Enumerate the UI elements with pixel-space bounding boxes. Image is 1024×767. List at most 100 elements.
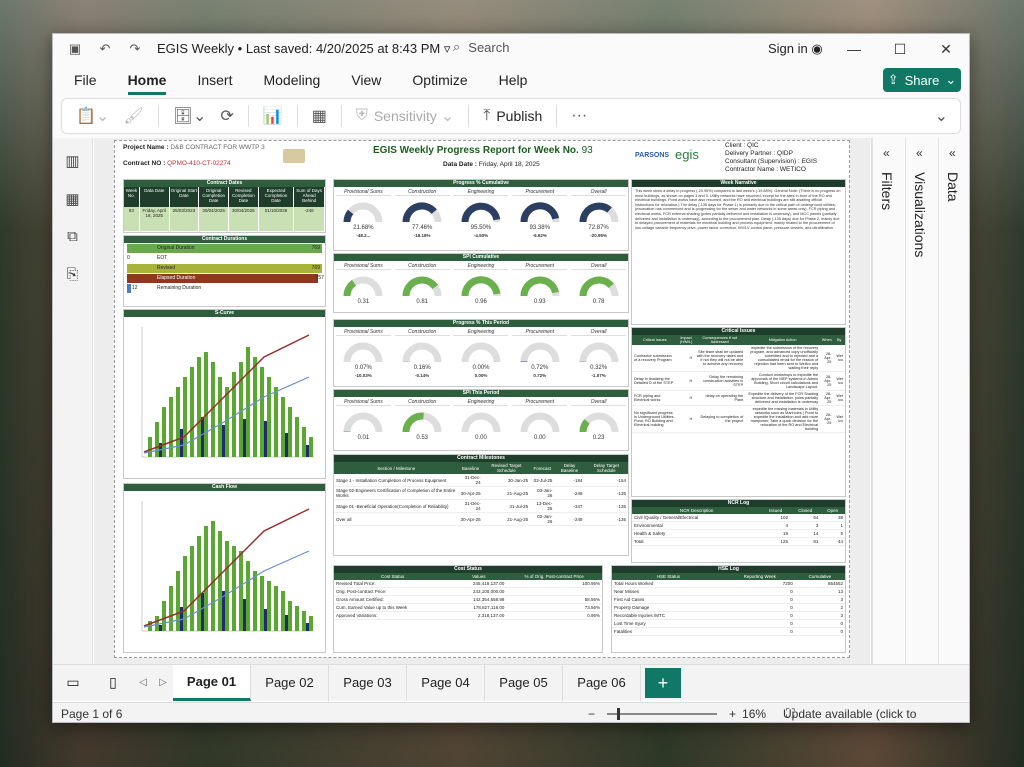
chart-bar	[285, 433, 288, 457]
table-cell: 28-Apr-25	[820, 345, 834, 372]
report-page[interactable]: Project Name : D&B CONTRACT FOR WWTP 3 C…	[114, 140, 850, 658]
page-indicator: Page 1 of 6	[61, 707, 123, 721]
redo-icon[interactable]: ↷	[127, 41, 143, 57]
tab-page-02[interactable]: Page 02	[251, 664, 329, 701]
table-cell: -248	[554, 512, 585, 526]
tab-page-05[interactable]: Page 05	[485, 664, 563, 701]
table-row: Orig. Post-contract Price: 243,100,000.00	[334, 587, 602, 596]
table-view-icon[interactable]: ▦	[53, 190, 92, 214]
collapse-ribbon-icon[interactable]: ⌄	[935, 106, 948, 126]
sensitivity-button[interactable]: Sensitivity	[374, 108, 437, 124]
menu-view[interactable]: View	[351, 72, 381, 88]
table-cell: 3	[794, 611, 845, 620]
update-link[interactable]: Update available (click to download)	[783, 707, 969, 722]
menu-help[interactable]: Help	[499, 72, 528, 88]
chevron-down-icon: ⌄	[440, 108, 455, 125]
prev-page-icon[interactable]: ◁	[133, 677, 153, 688]
table-cell: H	[677, 345, 695, 372]
menu-file[interactable]: File	[74, 72, 97, 88]
new-visual-icon[interactable]: 📊	[263, 106, 283, 126]
gauge-2: Engineering 0.96	[453, 263, 509, 305]
table-cell: -184	[554, 474, 585, 487]
table-row: Stage 01 -Beneficial Operation(Completio…	[334, 499, 628, 513]
chart-bar	[148, 437, 152, 457]
publish-button[interactable]: Publish	[496, 108, 542, 124]
table-row: Environmental 4 3 1	[632, 521, 845, 530]
refresh-icon[interactable]: ⟳	[220, 106, 233, 126]
tab-page-06[interactable]: Page 06	[563, 664, 641, 701]
table-cell: 125	[761, 537, 791, 546]
gauge-3: Procurement 0.00	[512, 399, 568, 441]
table-header: Consequences if not Addressed	[694, 335, 746, 345]
paste-icon[interactable]: 📋⌄	[76, 106, 109, 126]
search-box[interactable]: ⌕ Search	[453, 39, 509, 55]
cost-status-panel: Cost Status Cost Status Values% of Orig. …	[333, 565, 603, 653]
gauge-arc	[402, 276, 442, 297]
table-row: Delay in finalizing the Detailed D of th…	[632, 371, 845, 391]
gauge-0: Provisional Sums 0.01	[335, 399, 391, 441]
share-button[interactable]: ⇪ Share ⌄	[883, 68, 961, 92]
chart-bar	[218, 377, 222, 457]
zoom-in-button[interactable]: +	[729, 707, 736, 721]
tab-page-01[interactable]: Page 01	[173, 664, 251, 701]
more-options-icon[interactable]: ···	[571, 107, 587, 125]
table-cell: 0	[794, 619, 845, 628]
table-cell: 73.56%	[506, 603, 602, 612]
contract-date-cell: 30/04/2025	[199, 207, 229, 231]
model-view-icon[interactable]: ⧉	[53, 228, 92, 252]
table-cell: Orig. Post-contract Price:	[334, 587, 452, 596]
minimize-button[interactable]: —	[831, 34, 877, 64]
data-pane[interactable]: «Data	[938, 138, 969, 664]
table-cell: 2,318,137.00	[451, 611, 507, 620]
report-view-icon[interactable]: ▥	[53, 152, 92, 176]
maximize-button[interactable]: ☐	[877, 34, 923, 64]
table-cell: -135	[584, 486, 628, 500]
file-title[interactable]: EGIS Weekly • Last saved: 4/20/2025 at 8…	[157, 41, 450, 57]
desktop-layout-icon[interactable]: ▭	[53, 674, 93, 691]
zoom-slider[interactable]	[607, 707, 718, 720]
publish-icon[interactable]: ⤒	[483, 107, 490, 125]
week-narrative-panel: Week Narrative This week show a delay in…	[631, 179, 846, 325]
table-cell: 03-Jan-26	[530, 486, 555, 500]
contract-milestones-panel: Contract Milestones Section / Milestone B…	[333, 454, 629, 556]
client-logo	[283, 149, 305, 163]
mobile-layout-icon[interactable]: ▯	[93, 674, 133, 691]
table-cell: 5	[820, 529, 845, 538]
progress-period-panel: Progress % This Period Provisional Sums 0…	[333, 319, 629, 387]
tab-page-04[interactable]: Page 04	[407, 664, 485, 701]
collapse-icon[interactable]: «	[883, 146, 890, 160]
menu-optimize[interactable]: Optimize	[412, 72, 467, 88]
visualizations-pane[interactable]: «Visualizations	[905, 138, 937, 664]
close-button[interactable]: ✕	[923, 34, 969, 64]
tab-page-03[interactable]: Page 03	[329, 664, 407, 701]
gauge-0: Provisional Sums 21.68% -48.2...	[335, 189, 391, 238]
table-cell: 03-Jan-26	[530, 512, 555, 526]
gauge-arc	[402, 202, 442, 223]
table-cell: Environmental	[632, 521, 762, 530]
format-painter-icon[interactable]: 🖌	[123, 106, 143, 126]
collapse-icon[interactable]: «	[949, 146, 956, 160]
table-cell: 38	[820, 514, 845, 522]
menu-modeling[interactable]: Modeling	[263, 72, 320, 88]
collapse-icon[interactable]: «	[916, 146, 923, 160]
undo-icon[interactable]: ↶	[97, 41, 113, 57]
table-cell: 31-Dec-24	[458, 474, 483, 487]
calculator-icon[interactable]: ▦	[312, 106, 327, 126]
zoom-out-button[interactable]: −	[588, 707, 595, 721]
table-cell: 3	[794, 595, 845, 604]
menu-insert[interactable]: Insert	[197, 72, 232, 88]
dax-query-icon[interactable]: ⎘	[53, 266, 92, 290]
get-data-icon[interactable]: 🗄⌄	[173, 106, 207, 126]
add-page-button[interactable]: +	[645, 667, 681, 698]
filters-pane[interactable]: «Filters	[872, 138, 904, 664]
table-row: Contractor submission of a recovery Prog…	[632, 345, 845, 372]
menu-home[interactable]: Home	[127, 72, 166, 95]
sign-in-link[interactable]: Sign in ◉	[768, 41, 823, 57]
chart-bar	[180, 429, 183, 457]
save-icon[interactable]: ▣	[67, 41, 83, 57]
sensitivity-icon[interactable]: ⛨	[356, 107, 368, 125]
s-curve-chart: S-Curve	[123, 309, 326, 479]
gauge-arc	[579, 276, 619, 297]
next-page-icon[interactable]: ▷	[153, 677, 173, 688]
gauge-arc	[343, 342, 383, 363]
